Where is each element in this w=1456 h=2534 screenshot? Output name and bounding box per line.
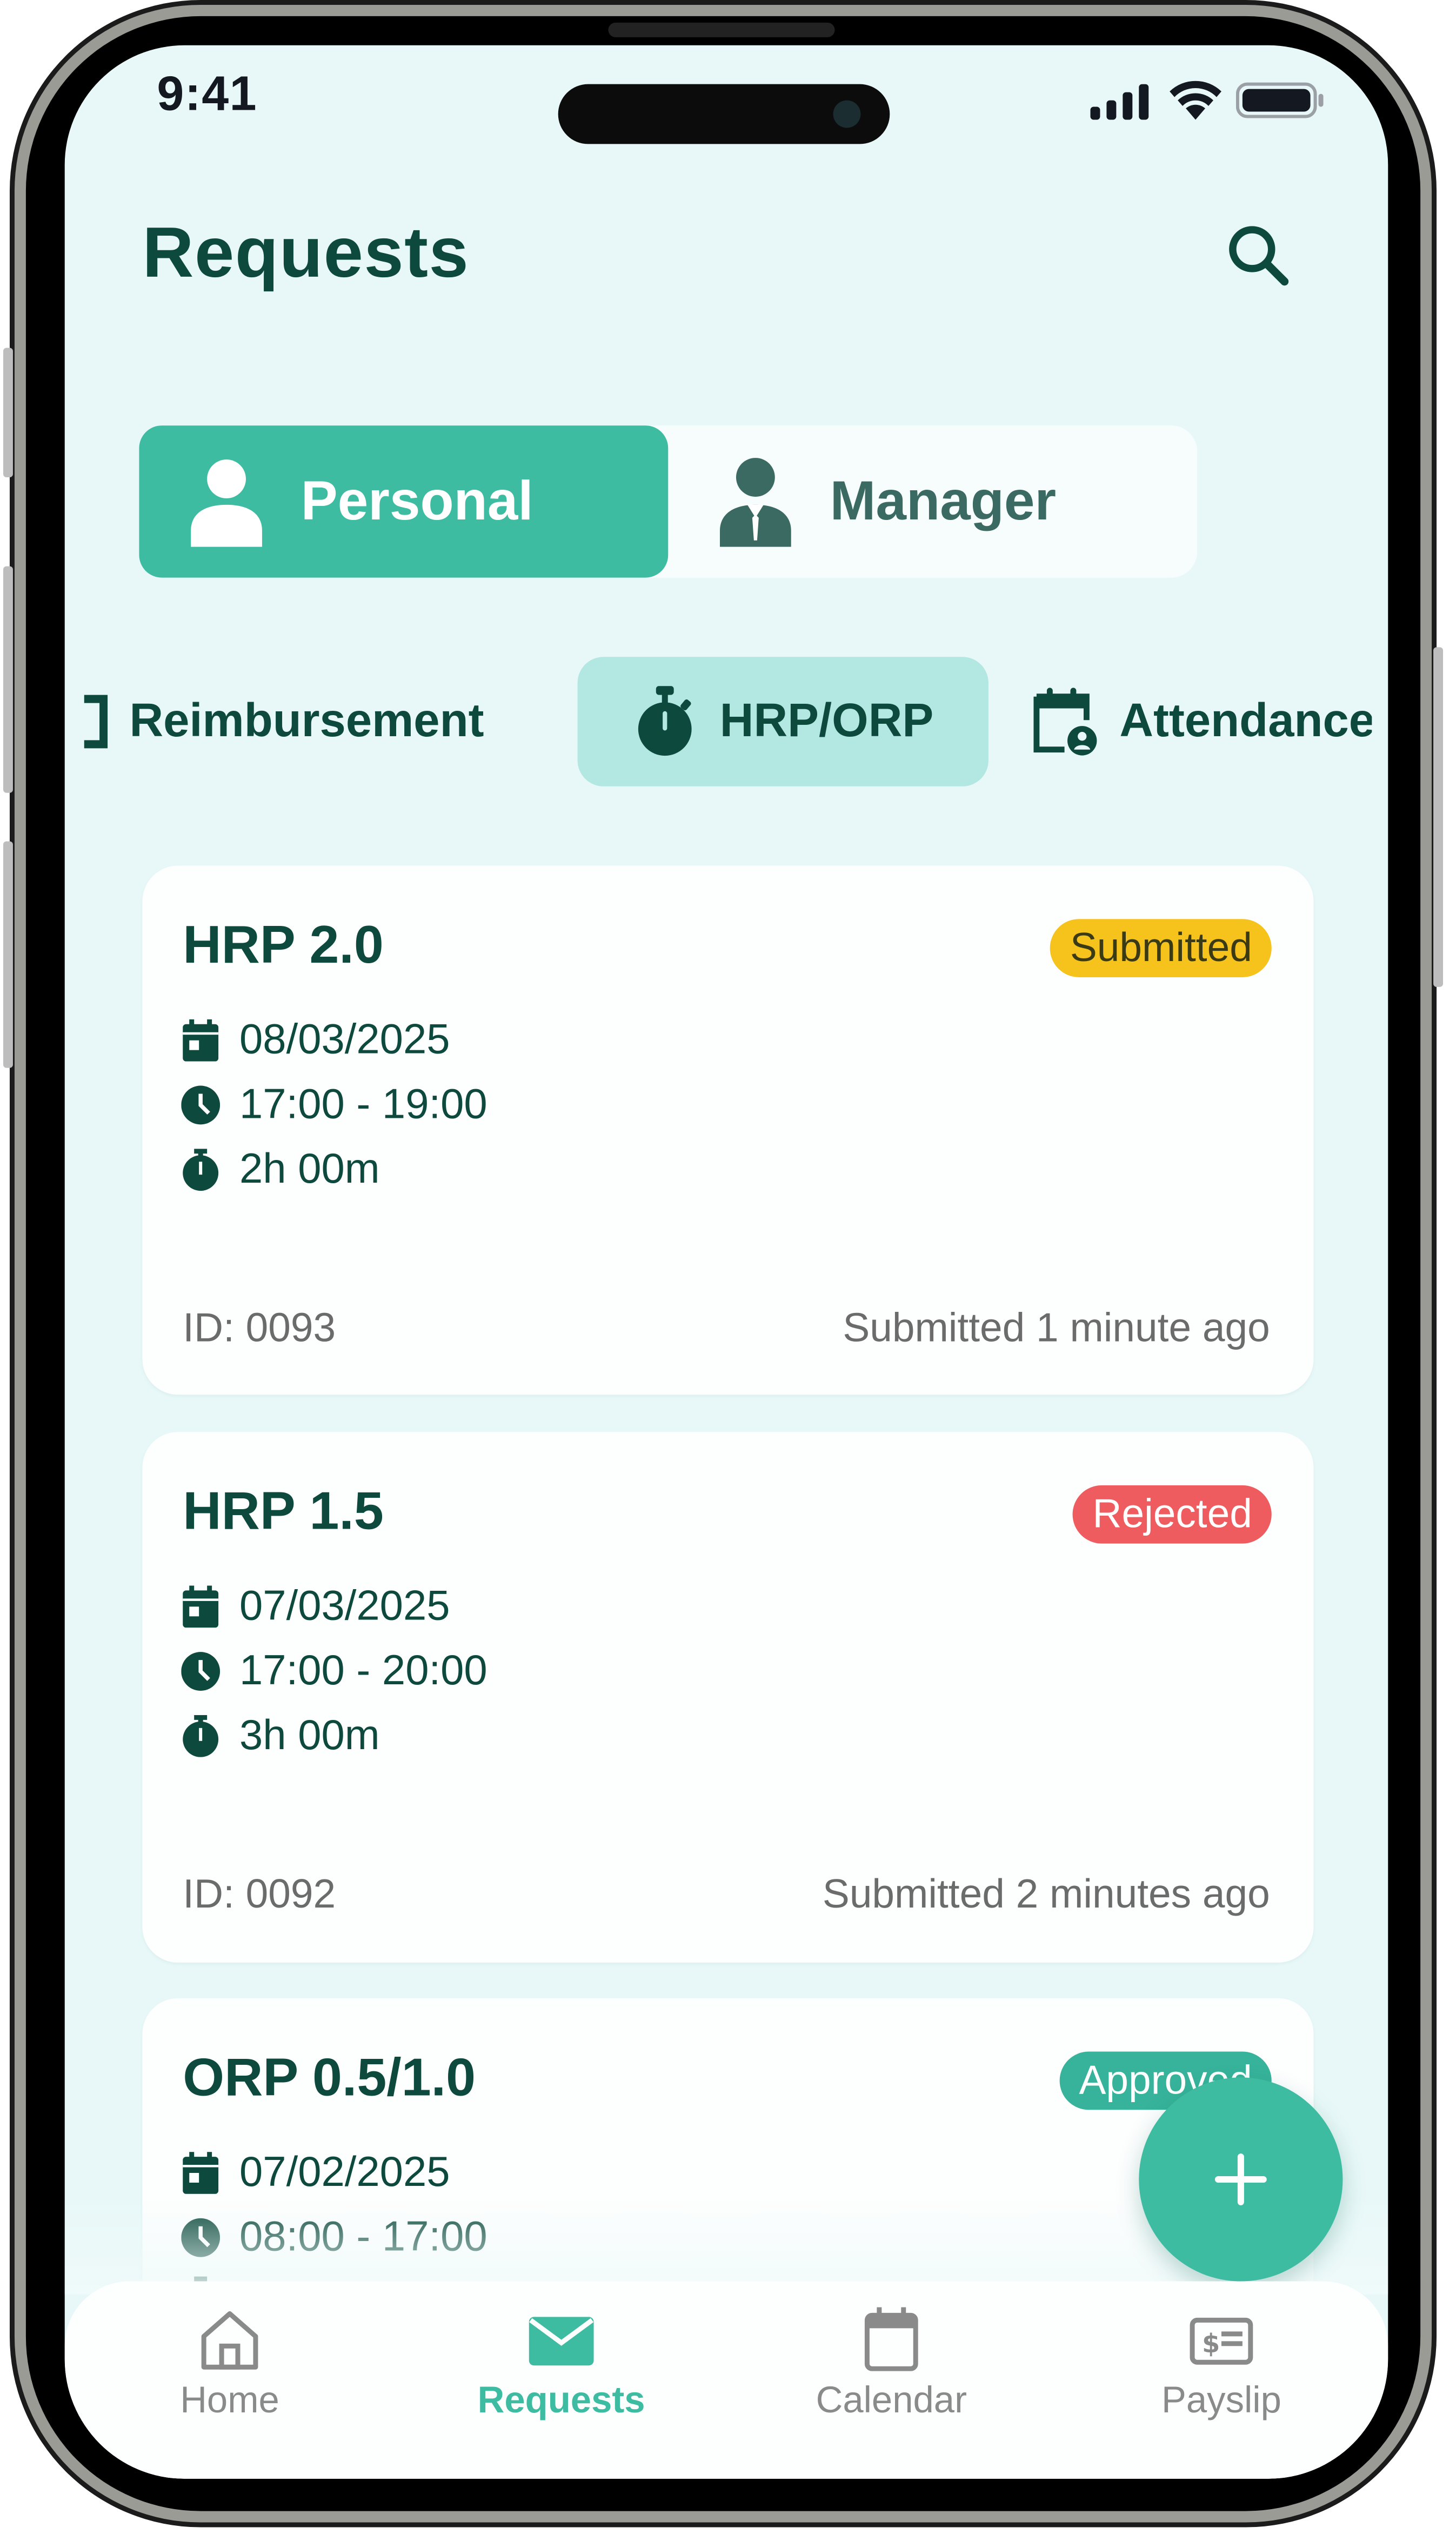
request-title: HRP 1.5 [183, 1480, 384, 1541]
calendar-icon [183, 1584, 219, 1627]
search-icon [1229, 226, 1289, 286]
segment-manager-label: Manager [830, 470, 1057, 532]
nav-requests-label: Requests [477, 2378, 645, 2420]
speaker-grille [608, 22, 835, 37]
request-date: 07/02/2025 [239, 2147, 450, 2196]
tab-hrp-orp-label: HRP/ORP [719, 695, 934, 747]
nav-home[interactable]: Home [101, 2282, 359, 2479]
request-submitted-time: Submitted 2 minutes ago [822, 1872, 1270, 1918]
request-duration: 3h 00m [239, 1710, 380, 1759]
segment-personal[interactable]: Personal [139, 425, 669, 578]
phone-mockup: 9:41 Requests Personal Manager Reimburse… [0, 0, 1456, 2534]
role-segmented-control: Personal Manager [139, 425, 1198, 578]
request-time-row: 17:00 - 19:00 [181, 1079, 487, 1130]
request-date: 08/03/2025 [239, 1014, 450, 1063]
request-title: ORP 0.5/1.0 [183, 2046, 476, 2107]
add-request-button[interactable] [1139, 2077, 1343, 2282]
clock-icon [181, 1651, 221, 1690]
page-title: Requests [142, 214, 470, 293]
clock-icon [181, 1085, 221, 1124]
person-icon [191, 459, 262, 547]
tab-attendance[interactable]: Attendance [1032, 657, 1372, 786]
battery-icon [1235, 82, 1324, 118]
request-title: HRP 2.0 [183, 914, 384, 974]
svg-text:$: $ [1202, 2329, 1220, 2359]
request-card[interactable]: HRP 2.0 Submitted 08/03/2025 17:00 - 19:… [142, 865, 1314, 1395]
status-badge: Submitted [1050, 919, 1272, 977]
camera-icon [833, 100, 861, 128]
receipt-icon [84, 695, 108, 749]
volume-up-button [3, 566, 13, 793]
request-id: ID: 0093 [183, 1305, 336, 1351]
tab-reimbursement[interactable]: Reimbursement [84, 657, 484, 786]
request-time-range: 17:00 - 20:00 [239, 1645, 487, 1694]
search-button[interactable] [1226, 223, 1291, 288]
calendar-icon [864, 2307, 918, 2371]
request-time-range: 17:00 - 19:00 [239, 1079, 487, 1128]
mail-icon [529, 2317, 594, 2366]
nav-calendar-label: Calendar [816, 2378, 967, 2420]
tab-reimbursement-label: Reimbursement [129, 695, 484, 747]
status-time: 9:41 [157, 68, 258, 122]
calendar-icon [183, 1018, 219, 1061]
segment-manager[interactable]: Manager [668, 425, 1197, 577]
stopwatch-icon [638, 686, 692, 756]
payslip-icon: $ [1190, 2317, 1253, 2365]
dynamic-island [558, 84, 890, 144]
request-id: ID: 0092 [183, 1872, 336, 1918]
app-screen: 9:41 Requests Personal Manager Reimburse… [64, 45, 1388, 2479]
wifi-icon [1170, 81, 1221, 120]
volume-down-button [3, 841, 13, 1068]
request-date-row: 07/02/2025 [181, 2147, 450, 2197]
tab-attendance-label: Attendance [1119, 695, 1372, 747]
nav-calendar[interactable]: Calendar [762, 2282, 1021, 2479]
bottom-navigation: Home Requests Calendar $ Payslip [64, 2281, 1388, 2479]
manager-icon [720, 458, 791, 547]
power-button [1433, 647, 1444, 987]
request-duration-row: 2h 00m [181, 1144, 380, 1194]
action-button [3, 348, 13, 478]
stopwatch-icon [183, 1714, 219, 1757]
request-time-row: 17:00 - 20:00 [181, 1645, 487, 1696]
stopwatch-icon [183, 1148, 219, 1190]
plus-icon [1214, 2153, 1267, 2205]
nav-payslip-label: Payslip [1161, 2378, 1281, 2420]
request-card[interactable]: HRP 1.5 Rejected 07/03/2025 17:00 - 20:0… [142, 1432, 1314, 1963]
nav-home-label: Home [180, 2378, 279, 2420]
calendar-user-icon [1033, 688, 1097, 756]
request-date-row: 07/03/2025 [181, 1581, 450, 1631]
request-duration: 2h 00m [239, 1144, 380, 1193]
status-badge: Rejected [1073, 1485, 1272, 1544]
nav-requests[interactable]: Requests [432, 2282, 691, 2479]
request-date-row: 08/03/2025 [181, 1015, 450, 1065]
request-duration-row: 3h 00m [181, 1710, 380, 1761]
request-submitted-time: Submitted 1 minute ago [843, 1305, 1270, 1351]
home-icon [201, 2311, 258, 2370]
calendar-icon [183, 2151, 219, 2193]
cellular-signal-icon [1090, 84, 1149, 120]
segment-personal-label: Personal [300, 470, 533, 532]
system-icons [1090, 81, 1326, 120]
nav-payslip[interactable]: $ Payslip [1092, 2282, 1351, 2479]
tab-hrp-orp[interactable]: HRP/ORP [577, 657, 989, 786]
request-date: 07/03/2025 [239, 1581, 450, 1630]
